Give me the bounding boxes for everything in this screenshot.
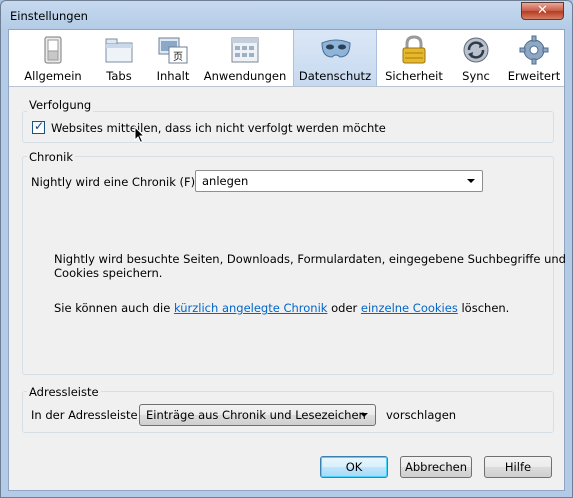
location-bar-label: In der Adressleiste: [31, 408, 138, 422]
lock-icon: [402, 35, 426, 64]
mask-icon: [321, 39, 351, 58]
individual-cookies-link[interactable]: einzelne Cookies: [361, 301, 458, 315]
tab-erweitert[interactable]: Erweitert: [506, 30, 562, 86]
tabs-icon: [105, 38, 133, 63]
history-description: Nightly wird besuchte Seiten, Downloads,…: [54, 252, 566, 266]
clear-history-middle: oder: [331, 301, 358, 315]
tab-anwendungen[interactable]: Anwendungen: [202, 30, 288, 86]
svg-text:页: 页: [173, 51, 183, 63]
chevron-down-icon: [467, 179, 475, 183]
clear-history-prefix: Sie können auch die: [54, 301, 171, 315]
applications-icon: [231, 37, 259, 63]
location-bar-suffix: vorschlagen: [386, 408, 457, 422]
history-mode-label: Nightly wird eine Chronik (F):: [31, 175, 200, 189]
cancel-button[interactable]: Abbrechen: [400, 456, 472, 478]
tab-inhalt[interactable]: 页 Inhalt: [149, 30, 197, 86]
tab-label: Allgemein: [24, 69, 82, 83]
location-bar-suggest-value: Einträge aus Chronik und Lesezeichen: [146, 408, 366, 422]
recent-history-link[interactable]: kürzlich angelegte Chronik: [174, 301, 328, 315]
tab-tabs[interactable]: Tabs: [96, 30, 142, 86]
do-not-track-checkbox[interactable]: ✓: [32, 119, 45, 134]
dialog-content: Allgemein Tabs 页 Inhalt Anwendungen Date…: [8, 29, 566, 491]
tab-sync[interactable]: Sync: [453, 30, 499, 86]
close-icon: ✕: [537, 3, 548, 18]
chevron-down-icon: [360, 413, 368, 417]
history-mode-value: anlegen: [202, 174, 249, 188]
tab-label: Inhalt: [156, 69, 190, 83]
history-description-cont: Cookies speichern.: [54, 266, 163, 280]
history-mode-select[interactable]: anlegen: [195, 170, 483, 192]
tab-label: Tabs: [106, 69, 132, 83]
tab-sicherheit[interactable]: Sicherheit: [383, 30, 445, 86]
mouse-cursor-icon: [134, 126, 146, 144]
tab-datenschutz[interactable]: Datenschutz: [293, 30, 377, 86]
checkmark-icon: ✓: [34, 119, 45, 133]
ok-button[interactable]: OK: [320, 456, 388, 478]
gear-icon: [519, 35, 549, 65]
window-title: Einstellungen: [10, 9, 88, 23]
title-bar[interactable]: Einstellungen ✕: [1, 1, 572, 29]
close-button[interactable]: ✕: [521, 2, 564, 20]
tab-label: Datenschutz: [298, 69, 372, 83]
pane-toolbar: Allgemein Tabs 页 Inhalt Anwendungen Date…: [9, 30, 564, 87]
clear-history-suffix: löschen.: [461, 301, 510, 315]
location-bar-suggest-select[interactable]: Einträge aus Chronik und Lesezeichen: [139, 404, 376, 426]
sync-icon: [463, 37, 489, 63]
location-bar-group-title: Adressleiste: [27, 385, 101, 399]
history-group-title: Chronik: [27, 150, 75, 164]
preferences-window: Einstellungen ✕ Allgemein Tabs 页 Inhalt …: [0, 0, 573, 498]
content-icon: 页: [158, 37, 188, 64]
tab-label: Sicherheit: [385, 69, 443, 83]
help-button[interactable]: Hilfe: [484, 456, 552, 478]
tab-label: Anwendungen: [203, 69, 287, 83]
tab-label: Erweitert: [507, 69, 561, 83]
tab-allgemein[interactable]: Allgemein: [20, 30, 86, 86]
do-not-track-label[interactable]: Websites mitteilen, dass ich nicht verfo…: [51, 121, 386, 135]
clear-history-line: Sie können auch die kürzlich angelegte C…: [54, 301, 509, 315]
tracking-group-title: Verfolgung: [27, 98, 94, 112]
tab-label: Sync: [462, 69, 490, 83]
switch-icon: [44, 36, 62, 64]
